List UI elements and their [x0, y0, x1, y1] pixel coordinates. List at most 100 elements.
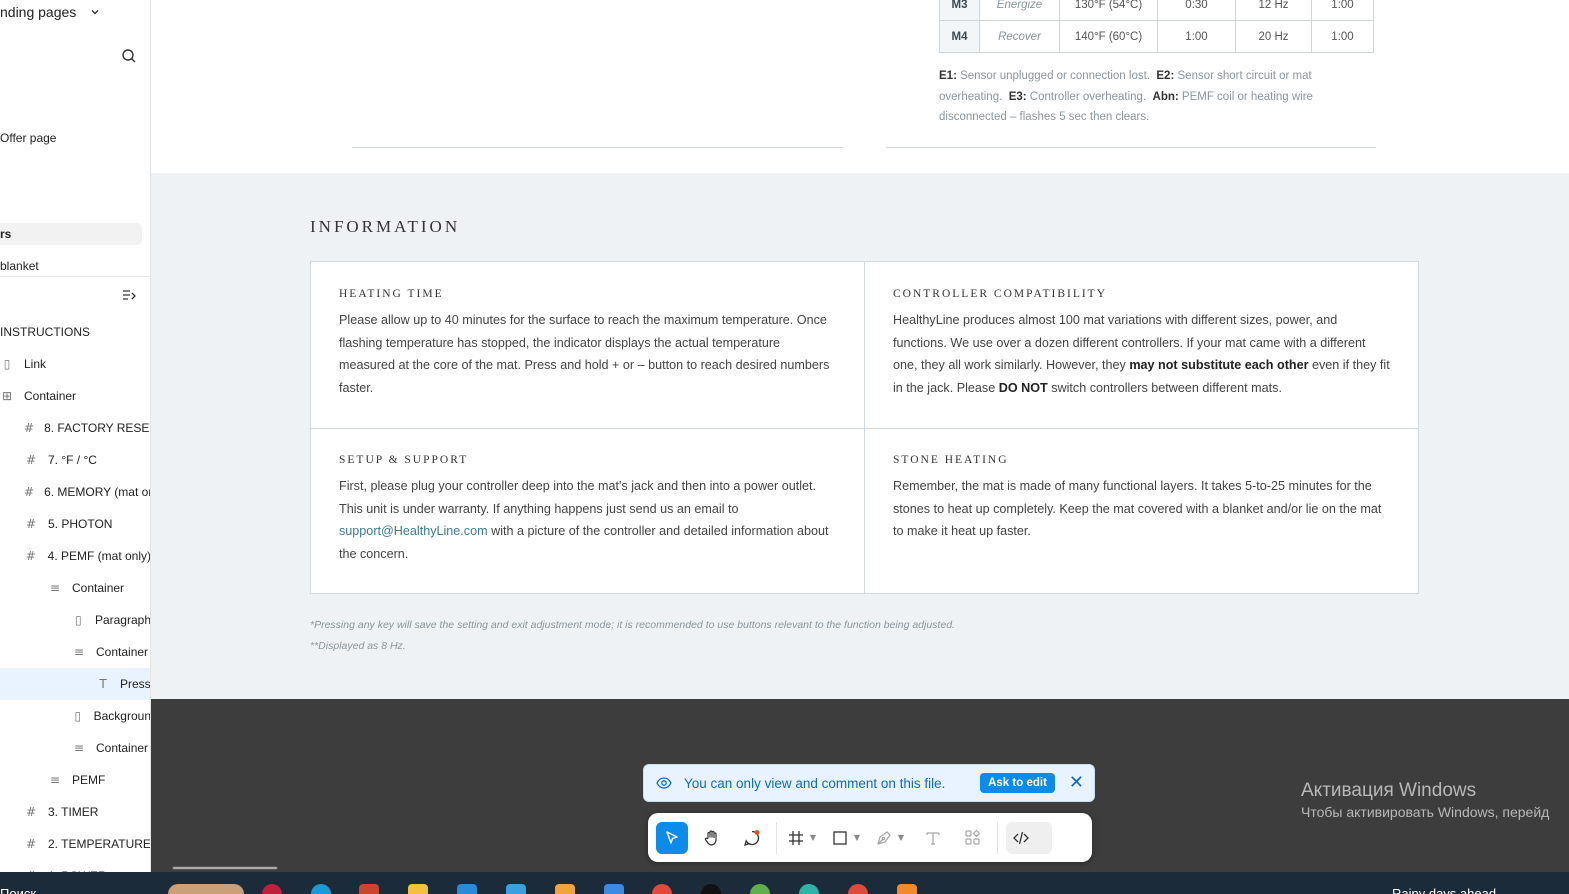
comment-tool-button[interactable]: [736, 822, 768, 854]
windows-activation-watermark: Активация Windows Чтобы активировать Win…: [1301, 780, 1549, 820]
table-cell: M4: [939, 20, 980, 53]
bottom-toolbar: ▼ ▼ ▼: [648, 813, 1092, 862]
opera-icon[interactable]: [262, 884, 282, 894]
info-card-setup: SETUP & SUPPORT First, please plug your …: [311, 454, 864, 565]
search-icon[interactable]: [121, 46, 137, 66]
layer-item[interactable]: INSTRUCTIONS: [0, 316, 150, 348]
chevron-down-icon[interactable]: ▼: [807, 833, 819, 842]
pen-icon: [877, 830, 891, 845]
layer-section-item[interactable]: blanket: [0, 256, 39, 276]
dev-mode-toggle[interactable]: [1006, 821, 1052, 854]
layer-hash-icon: #: [25, 517, 37, 531]
file-explorer-icon[interactable]: [408, 884, 428, 894]
chrome-icon[interactable]: [848, 884, 868, 894]
layer-item[interactable]: ⊞ Container: [0, 380, 150, 412]
canvas[interactable]: M3 Energize 130°F (54°C) 0:30 12 Hz 1:00 M4 Rec…: [151, 0, 1569, 872]
layer-frame-icon: ▯: [74, 709, 82, 723]
chrome-icon[interactable]: [652, 884, 672, 894]
layer-label: INSTRUCTIONS: [0, 325, 90, 339]
card-title: HEATING TIME: [339, 288, 444, 300]
layer-item[interactable]: ▯ Backgroun: [0, 700, 151, 732]
shape-tool-button[interactable]: [829, 822, 851, 854]
taskbar-search[interactable]: Поиск: [0, 886, 36, 894]
error-code: E3:: [1008, 90, 1027, 103]
table-cell: 0:30: [1157, 0, 1236, 21]
layer-item[interactable]: ≡ Container: [0, 732, 150, 764]
layer-item[interactable]: #3. TIMER: [0, 796, 150, 828]
page-selector[interactable]: nding pages: [0, 2, 100, 22]
body-text: switch controllers between different mat…: [1047, 380, 1282, 395]
layer-label: Container: [96, 645, 149, 659]
collapse-layers-icon[interactable]: [122, 286, 137, 306]
pen-tool-button[interactable]: [873, 822, 895, 854]
frame-tool-button[interactable]: [785, 822, 807, 854]
layer-item[interactable]: #8. FACTORY RESET: [0, 412, 150, 444]
layer-hash-icon: #: [24, 485, 35, 499]
toolbar-separator: [997, 821, 998, 854]
card-body: HealthyLine produces almost 100 mat vari…: [893, 309, 1390, 399]
layer-item[interactable]: ≡ Container: [0, 636, 150, 668]
layer-item[interactable]: ≡ Container: [0, 572, 150, 604]
support-email-link[interactable]: support@HealthyLine.com: [339, 524, 488, 538]
layer-item[interactable]: #1. POWER: [0, 860, 150, 872]
app-icon[interactable]: [604, 884, 624, 894]
layer-label: 5. PHOTON: [48, 517, 113, 531]
layers-panel: nding pages Offer page rs blanket INSTRU…: [0, 0, 151, 872]
layer-grid-icon: ⊞: [1, 389, 13, 403]
layer-item[interactable]: #5. PHOTON: [0, 508, 150, 540]
taskbar-widget-image[interactable]: [168, 884, 244, 894]
layer-item[interactable]: ≡ PEMF: [0, 764, 150, 796]
close-icon[interactable]: ✕: [1069, 774, 1084, 792]
store-icon[interactable]: [457, 884, 477, 894]
info-card-controller: CONTROLLER COMPATIBILITY HealthyLine pro…: [865, 288, 1418, 399]
layer-label: Container: [72, 581, 125, 595]
chevron-down-icon[interactable]: ▼: [895, 833, 907, 842]
chevron-down-icon[interactable]: ▼: [851, 833, 863, 842]
text-tool-button[interactable]: [917, 822, 949, 854]
divider-line: [886, 147, 1376, 148]
error-codes-legend: E1: Sensor unplugged or connection lost.…: [939, 66, 1339, 128]
layer-text-icon: T: [99, 677, 107, 691]
windows-taskbar: Поиск Rainy days ahead: [0, 872, 1569, 894]
mail-icon[interactable]: [506, 884, 526, 894]
components-tool-button[interactable]: [957, 822, 989, 854]
layer-item[interactable]: ▯ Paragraph: [0, 604, 150, 636]
layer-label: Backgroun: [93, 709, 151, 723]
layer-item[interactable]: #4. PEMF (mat only): [0, 540, 150, 572]
layer-hash-icon: #: [25, 549, 36, 563]
divider-line: [352, 147, 843, 148]
taskbar-weather[interactable]: Rainy days ahead: [1392, 886, 1496, 894]
layer-stack-icon: ≡: [49, 581, 61, 595]
body-text: First, please plug your controller deep …: [339, 479, 817, 516]
table-cell: Energize: [979, 0, 1060, 21]
layer-frame-icon: ▯: [75, 613, 82, 627]
app-icon[interactable]: [799, 884, 819, 894]
information-grid: HEATING TIME Please allow up to 40 minut…: [310, 261, 1419, 594]
layer-frame-icon: ▯: [3, 357, 11, 371]
hand-tool-button[interactable]: [696, 822, 728, 854]
ask-to-edit-button[interactable]: Ask to edit: [980, 773, 1055, 793]
page-item-offer[interactable]: Offer page: [0, 128, 56, 148]
card-title: CONTROLLER COMPATIBILITY: [893, 288, 1108, 300]
comment-icon: [744, 829, 760, 846]
layer-stack-icon: ≡: [73, 741, 85, 755]
layer-stack-icon: ≡: [49, 773, 61, 787]
layer-item[interactable]: ▯ Link: [0, 348, 150, 380]
layer-item[interactable]: T Press: [0, 668, 150, 700]
app-icon[interactable]: [897, 884, 917, 894]
app-icon[interactable]: [701, 884, 721, 894]
layer-item[interactable]: #2. TEMPERATURE: [0, 828, 150, 860]
layer-item[interactable]: #7. °F / °C: [0, 444, 150, 476]
edge-icon[interactable]: [311, 884, 331, 894]
layer-item[interactable]: #6. MEMORY (mat on: [0, 476, 150, 508]
move-tool-button[interactable]: [656, 821, 688, 854]
page-item-label: Offer page: [0, 131, 57, 145]
layer-section-item-active[interactable]: rs: [0, 223, 142, 245]
powerpoint-icon[interactable]: [359, 884, 379, 894]
chevron-down-icon: [90, 4, 100, 20]
table-cell: 12 Hz: [1235, 0, 1312, 21]
utorrent-icon[interactable]: [750, 884, 770, 894]
app-icon[interactable]: [555, 884, 575, 894]
layer-section-label: rs: [0, 227, 12, 241]
horizontal-scrollbar[interactable]: [172, 866, 278, 870]
